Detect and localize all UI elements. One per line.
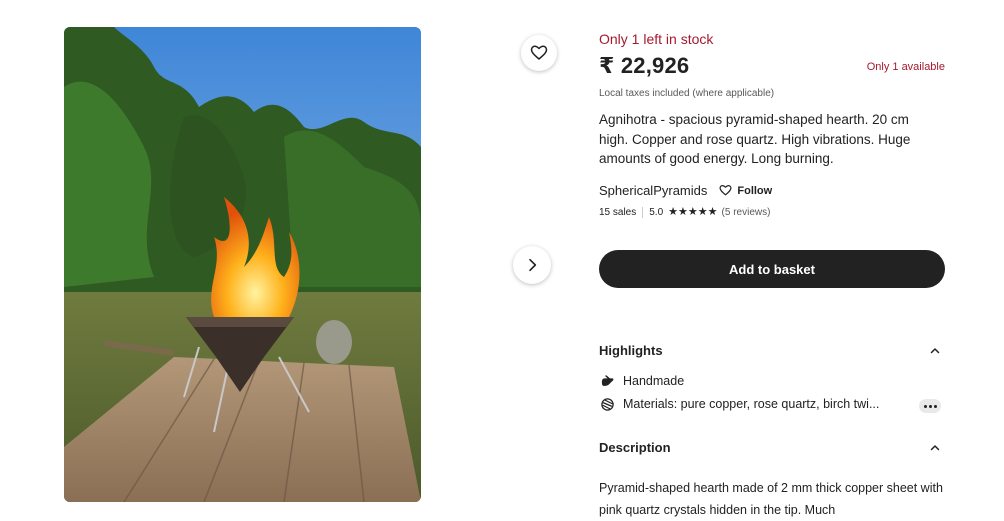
highlight-item-materials: Materials: pure copper, rose quartz, bir… xyxy=(599,396,879,412)
favorite-button[interactable] xyxy=(521,35,557,71)
materials-icon xyxy=(599,396,615,412)
description-heading: Description xyxy=(599,440,671,455)
star-icon: ★ xyxy=(707,206,718,218)
next-image-button[interactable] xyxy=(513,246,551,284)
highlight-text: Handmade xyxy=(623,374,685,388)
star-icon: ★ xyxy=(687,206,698,218)
hand-icon xyxy=(599,373,615,389)
rating-value: 5.0 xyxy=(649,207,664,218)
follow-shop-button[interactable]: Follow xyxy=(719,184,772,197)
chevron-up-icon xyxy=(930,444,940,450)
availability-badge: Only 1 available xyxy=(866,61,945,73)
add-to-basket-button[interactable]: Add to basket xyxy=(599,250,945,288)
dot xyxy=(923,404,927,408)
chevron-up-icon xyxy=(930,347,940,353)
heart-icon xyxy=(719,185,732,196)
product-image[interactable] xyxy=(64,27,421,502)
stock-notice: Only 1 left in stock xyxy=(599,31,714,47)
heart-icon xyxy=(530,45,548,60)
star-icon: ★ xyxy=(668,206,679,218)
price: ₹ 22,926 xyxy=(599,53,690,78)
shop-stats: 15 sales 5.0 ★ ★ ★ ★ ★ (5 reviews) xyxy=(599,207,770,218)
sales-count: 15 sales xyxy=(599,207,637,218)
dot xyxy=(933,404,937,408)
follow-label: Follow xyxy=(737,184,773,197)
reviews-link[interactable]: (5 reviews) xyxy=(722,207,771,218)
highlight-text: Materials: pure copper, rose quartz, bir… xyxy=(623,397,880,411)
taxes-note: Local taxes included (where applicable) xyxy=(599,88,775,99)
dot xyxy=(928,404,932,408)
chevron-right-icon xyxy=(529,258,537,272)
highlights-toggle[interactable]: Highlights xyxy=(599,343,945,358)
description-toggle[interactable]: Description xyxy=(599,440,945,455)
more-options-button[interactable] xyxy=(919,399,941,413)
shop-name-link[interactable]: SphericalPyramids xyxy=(599,183,707,198)
star-icon: ★ xyxy=(697,206,708,218)
highlights-heading: Highlights xyxy=(599,343,663,358)
highlight-item-handmade: Handmade xyxy=(599,373,684,389)
star-rating: ★ ★ ★ ★ ★ xyxy=(668,207,717,218)
divider xyxy=(642,207,644,218)
description-text: Pyramid-shaped hearth made of 2 mm thick… xyxy=(599,481,943,517)
shop-row: SphericalPyramids Follow xyxy=(599,183,772,198)
listing-title: Agnihotra - spacious pyramid-shaped hear… xyxy=(599,112,911,166)
star-icon: ★ xyxy=(678,206,688,218)
product-photo-illustration xyxy=(64,27,421,502)
